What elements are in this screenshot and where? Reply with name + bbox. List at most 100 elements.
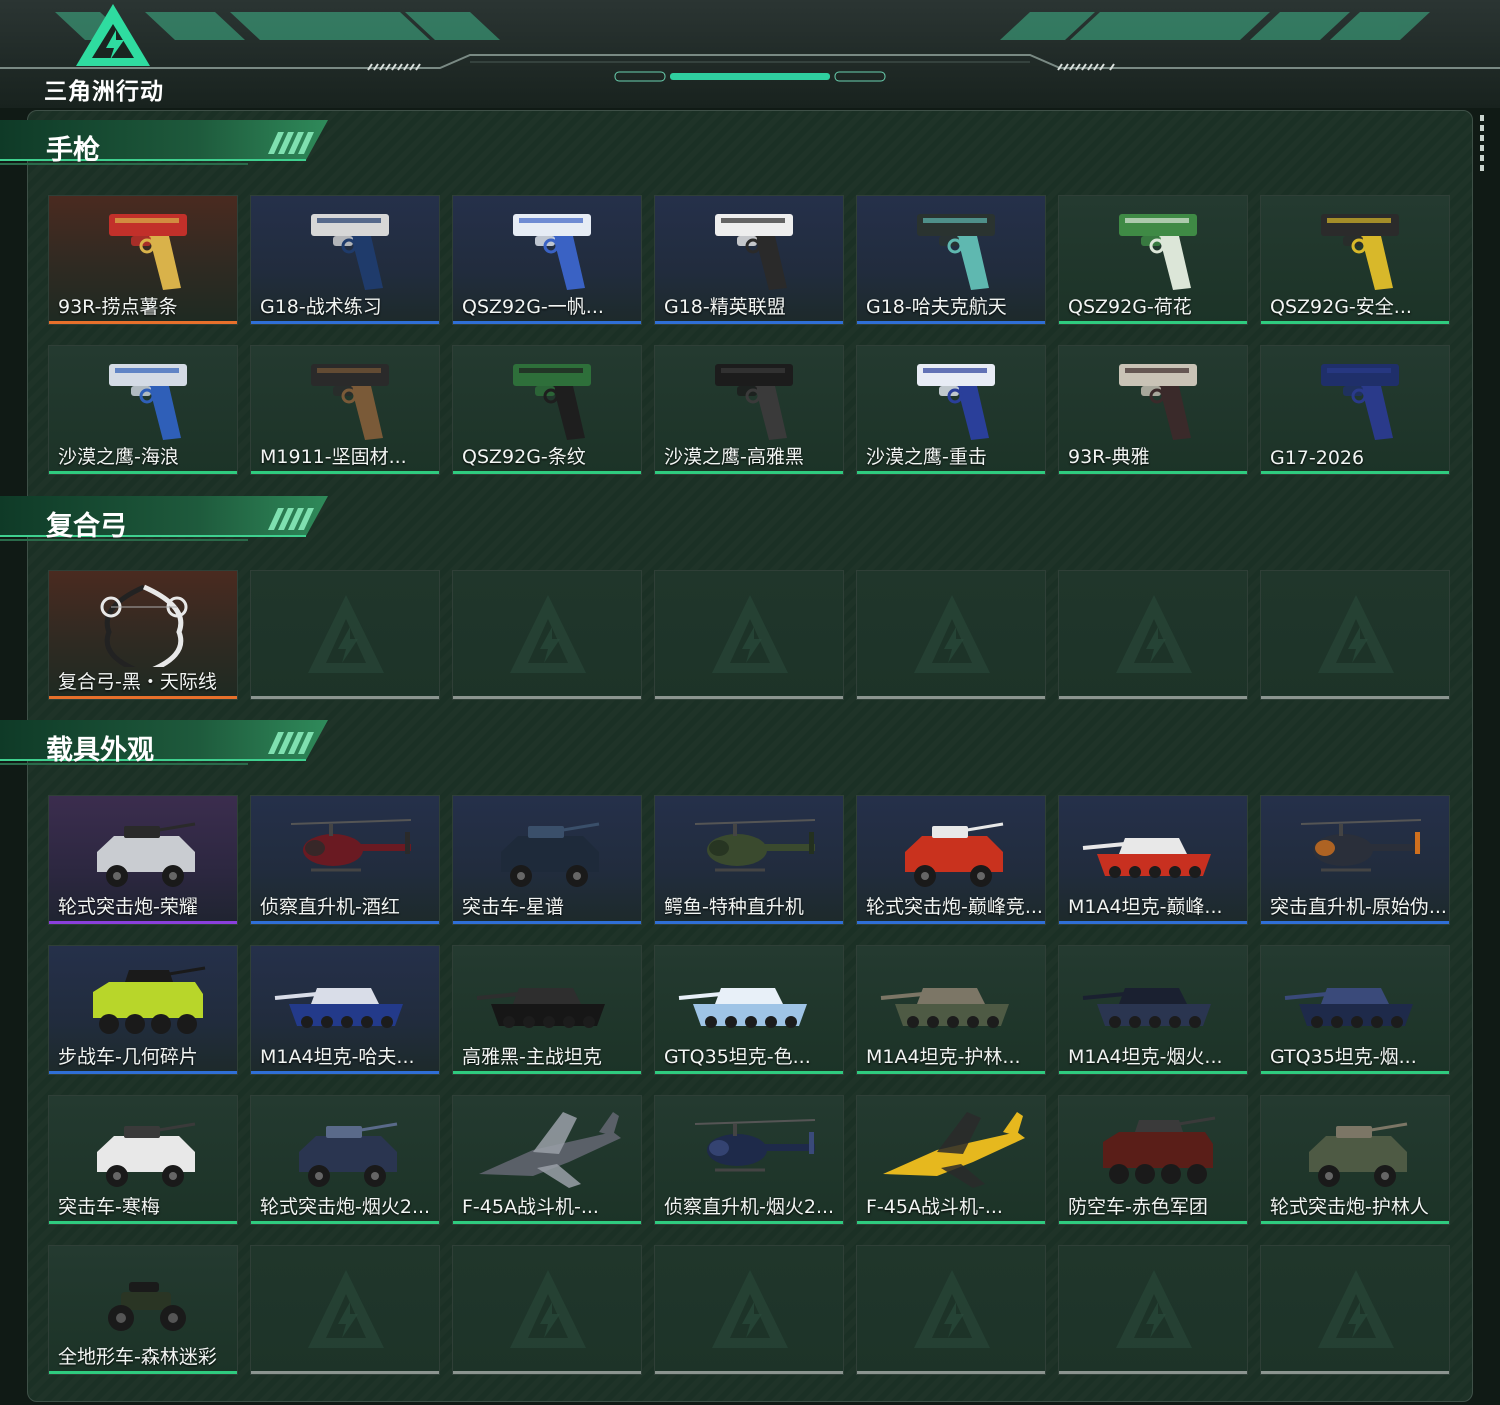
skin-card[interactable]: 突击车-星谱 bbox=[452, 795, 642, 925]
skin-card[interactable]: M1A4坦克-烟火... bbox=[1058, 945, 1248, 1075]
rarity-bar bbox=[49, 1221, 237, 1224]
delta-watermark-icon bbox=[1318, 595, 1394, 673]
rarity-bar bbox=[655, 1071, 843, 1074]
skin-card[interactable]: 93R-捞点薯条 bbox=[48, 195, 238, 325]
rarity-bar bbox=[1059, 321, 1247, 324]
tank-icon bbox=[1281, 952, 1431, 1042]
banner-decoration bbox=[0, 12, 1500, 82]
skin-name: 突击直升机-原始伪... bbox=[1270, 896, 1447, 918]
pistol-icon bbox=[1281, 202, 1431, 292]
bow-icon bbox=[69, 577, 219, 676]
skin-card[interactable]: 突击直升机-原始伪... bbox=[1260, 795, 1450, 925]
skin-card[interactable]: G17-2026 bbox=[1260, 345, 1450, 475]
skin-name: F-45A战斗机-... bbox=[866, 1196, 1003, 1218]
skin-card[interactable]: 复合弓-黑・天际线 bbox=[48, 570, 238, 700]
skin-card[interactable]: 侦察直升机-烟火2... bbox=[654, 1095, 844, 1225]
skin-card[interactable]: 93R-典雅 bbox=[1058, 345, 1248, 475]
skin-card[interactable]: M1A4坦克-护林... bbox=[856, 945, 1046, 1075]
rarity-bar bbox=[49, 921, 237, 924]
pistol-icon bbox=[473, 352, 623, 442]
skin-card[interactable]: QSZ92G-一帆... bbox=[452, 195, 642, 325]
empty-slot bbox=[1058, 570, 1248, 700]
rarity-bar bbox=[453, 321, 641, 324]
skin-card[interactable]: 防空车-赤色军团 bbox=[1058, 1095, 1248, 1225]
skin-card[interactable]: 步战车-几何碎片 bbox=[48, 945, 238, 1075]
empty-slot bbox=[250, 1245, 440, 1375]
skin-card[interactable]: 轮式突击炮-巅峰竞... bbox=[856, 795, 1046, 925]
skin-card[interactable]: G18-战术练习 bbox=[250, 195, 440, 325]
skin-card[interactable]: 沙漠之鹰-高雅黑 bbox=[654, 345, 844, 475]
empty-slot bbox=[452, 1245, 642, 1375]
skin-card[interactable]: 突击车-寒梅 bbox=[48, 1095, 238, 1225]
skin-name: 轮式突击炮-荣耀 bbox=[58, 896, 198, 918]
skin-name: 沙漠之鹰-重击 bbox=[866, 446, 987, 468]
pistol-icon bbox=[877, 352, 1027, 442]
skin-card[interactable]: 轮式突击炮-护林人 bbox=[1260, 1095, 1450, 1225]
helicopter-icon bbox=[675, 1102, 825, 1192]
delta-watermark-icon bbox=[510, 595, 586, 673]
armored-car-icon bbox=[473, 802, 623, 892]
skin-card[interactable]: G18-精英联盟 bbox=[654, 195, 844, 325]
tank-icon bbox=[675, 952, 825, 1042]
skin-card[interactable]: M1A4坦克-巅峰... bbox=[1058, 795, 1248, 925]
empty-slot bbox=[1260, 570, 1450, 700]
skin-card[interactable]: 全地形车-森林迷彩 bbox=[48, 1245, 238, 1375]
rarity-bar bbox=[1261, 1371, 1449, 1374]
section-title: 手枪 bbox=[46, 135, 100, 166]
skin-name: 鳄鱼-特种直升机 bbox=[664, 896, 804, 918]
skin-name: F-45A战斗机-... bbox=[462, 1196, 599, 1218]
atv-icon bbox=[69, 1252, 219, 1342]
skin-card[interactable]: 轮式突击炮-荣耀 bbox=[48, 795, 238, 925]
empty-slot bbox=[654, 570, 844, 700]
skin-name: GTQ35坦克-色... bbox=[664, 1046, 811, 1068]
rarity-bar bbox=[857, 321, 1045, 324]
delta-watermark-icon bbox=[914, 595, 990, 673]
skin-card[interactable]: F-45A战斗机-... bbox=[856, 1095, 1046, 1225]
skin-card[interactable]: QSZ92G-安全... bbox=[1260, 195, 1450, 325]
skin-name: QSZ92G-条纹 bbox=[462, 446, 586, 468]
skin-card[interactable]: QSZ92G-条纹 bbox=[452, 345, 642, 475]
skin-name: 93R-典雅 bbox=[1068, 446, 1150, 468]
empty-slot bbox=[1260, 1245, 1450, 1375]
skin-name: GTQ35坦克-烟... bbox=[1270, 1046, 1417, 1068]
rarity-bar bbox=[453, 1221, 641, 1224]
skin-card[interactable]: 侦察直升机-酒红 bbox=[250, 795, 440, 925]
skin-name: G18-哈夫克航天 bbox=[866, 296, 1007, 318]
skin-name: 复合弓-黑・天际线 bbox=[58, 671, 217, 693]
skin-card[interactable]: M1911-坚固材... bbox=[250, 345, 440, 475]
skin-card[interactable]: GTQ35坦克-色... bbox=[654, 945, 844, 1075]
brand-name: 三角洲行动 bbox=[44, 79, 164, 105]
top-banner: 三角洲行动 bbox=[0, 0, 1500, 108]
rarity-bar bbox=[857, 1371, 1045, 1374]
skin-card[interactable]: G18-哈夫克航天 bbox=[856, 195, 1046, 325]
rarity-bar bbox=[655, 1221, 843, 1224]
item-grid: 轮式突击炮-荣耀 侦察直升机-酒红 突击车-星谱 鳄鱼-特种直升机 轮式突击炮-… bbox=[48, 795, 1450, 1375]
rarity-bar bbox=[655, 921, 843, 924]
skin-name: M1A4坦克-烟火... bbox=[1068, 1046, 1223, 1068]
pistol-icon bbox=[675, 202, 825, 292]
pistol-icon bbox=[271, 202, 421, 292]
jet-icon bbox=[473, 1102, 623, 1192]
skin-card[interactable]: M1A4坦克-哈夫... bbox=[250, 945, 440, 1075]
rarity-bar bbox=[49, 321, 237, 324]
skin-card[interactable]: 沙漠之鹰-海浪 bbox=[48, 345, 238, 475]
skin-name: QSZ92G-荷花 bbox=[1068, 296, 1192, 318]
pistol-icon bbox=[1079, 352, 1229, 442]
tank-icon bbox=[473, 952, 623, 1042]
skin-name: 高雅黑-主战坦克 bbox=[462, 1046, 602, 1068]
skin-card[interactable]: 沙漠之鹰-重击 bbox=[856, 345, 1046, 475]
rarity-bar bbox=[251, 321, 439, 324]
skin-card[interactable]: F-45A战斗机-... bbox=[452, 1095, 642, 1225]
skin-card[interactable]: 鳄鱼-特种直升机 bbox=[654, 795, 844, 925]
skin-name: M1A4坦克-巅峰... bbox=[1068, 896, 1223, 918]
pistol-icon bbox=[69, 352, 219, 442]
skin-name: QSZ92G-一帆... bbox=[462, 296, 604, 318]
skin-card[interactable]: 轮式突击炮-烟火2... bbox=[250, 1095, 440, 1225]
skin-card[interactable]: QSZ92G-荷花 bbox=[1058, 195, 1248, 325]
scrollbar-indicator[interactable] bbox=[1480, 115, 1486, 177]
skin-name: 突击车-星谱 bbox=[462, 896, 564, 918]
skin-name: M1A4坦克-哈夫... bbox=[260, 1046, 415, 1068]
skin-card[interactable]: 高雅黑-主战坦克 bbox=[452, 945, 642, 1075]
skin-name: 侦察直升机-烟火2... bbox=[664, 1196, 835, 1218]
skin-card[interactable]: GTQ35坦克-烟... bbox=[1260, 945, 1450, 1075]
